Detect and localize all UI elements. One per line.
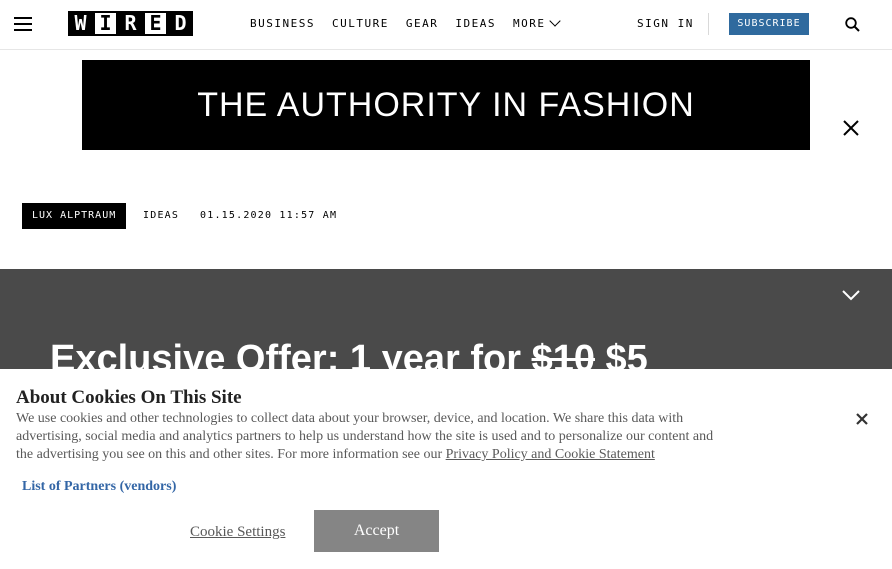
- ad-banner[interactable]: THE AUTHORITY IN FASHION: [82, 60, 810, 150]
- chevron-down-icon: [549, 15, 562, 27]
- author-tag[interactable]: LUX ALPTRAUM: [22, 203, 127, 229]
- nav-item-gear[interactable]: GEAR: [406, 17, 439, 30]
- privacy-policy-link[interactable]: Privacy Policy and Cookie Statement: [446, 447, 655, 462]
- cookie-banner: About Cookies On This Site We use cookie…: [0, 369, 892, 569]
- site-header: W I R E D BUSINESS CULTURE GEAR IDEAS MO…: [0, 0, 892, 50]
- logo-letter: R: [118, 11, 143, 36]
- logo-letter: E: [143, 11, 168, 36]
- hamburger-icon[interactable]: [14, 17, 32, 31]
- logo-letter: D: [168, 11, 193, 36]
- nav-item-culture[interactable]: CULTURE: [332, 17, 389, 30]
- nav-item-business[interactable]: BUSINESS: [250, 17, 315, 30]
- header-divider: [708, 13, 709, 35]
- sign-in-link[interactable]: SIGN IN: [637, 17, 694, 30]
- cookie-settings-button[interactable]: Cookie Settings: [190, 524, 285, 541]
- accept-button[interactable]: Accept: [314, 510, 439, 552]
- logo-letter: I: [93, 11, 118, 36]
- chevron-down-icon[interactable]: [842, 286, 860, 304]
- nav-item-more-label: MORE: [512, 17, 546, 30]
- nav-item-ideas[interactable]: IDEAS: [455, 17, 496, 30]
- wired-logo[interactable]: W I R E D: [68, 11, 193, 36]
- search-icon[interactable]: [845, 17, 860, 32]
- main-nav: BUSINESS CULTURE GEAR IDEAS MORE: [250, 15, 562, 30]
- close-icon[interactable]: [842, 119, 860, 137]
- nav-item-more[interactable]: MORE: [512, 15, 562, 30]
- cookie-description: We use cookies and other technologies to…: [16, 410, 731, 464]
- cookie-title: About Cookies On This Site: [16, 387, 242, 408]
- close-icon[interactable]: [856, 413, 868, 425]
- subscribe-button[interactable]: SUBSCRIBE: [729, 13, 809, 35]
- logo-letter: W: [68, 11, 93, 36]
- partners-link[interactable]: List of Partners (vendors): [22, 479, 176, 495]
- publish-date: 01.15.2020 11:57 AM: [200, 210, 338, 221]
- category-link[interactable]: IDEAS: [143, 210, 179, 221]
